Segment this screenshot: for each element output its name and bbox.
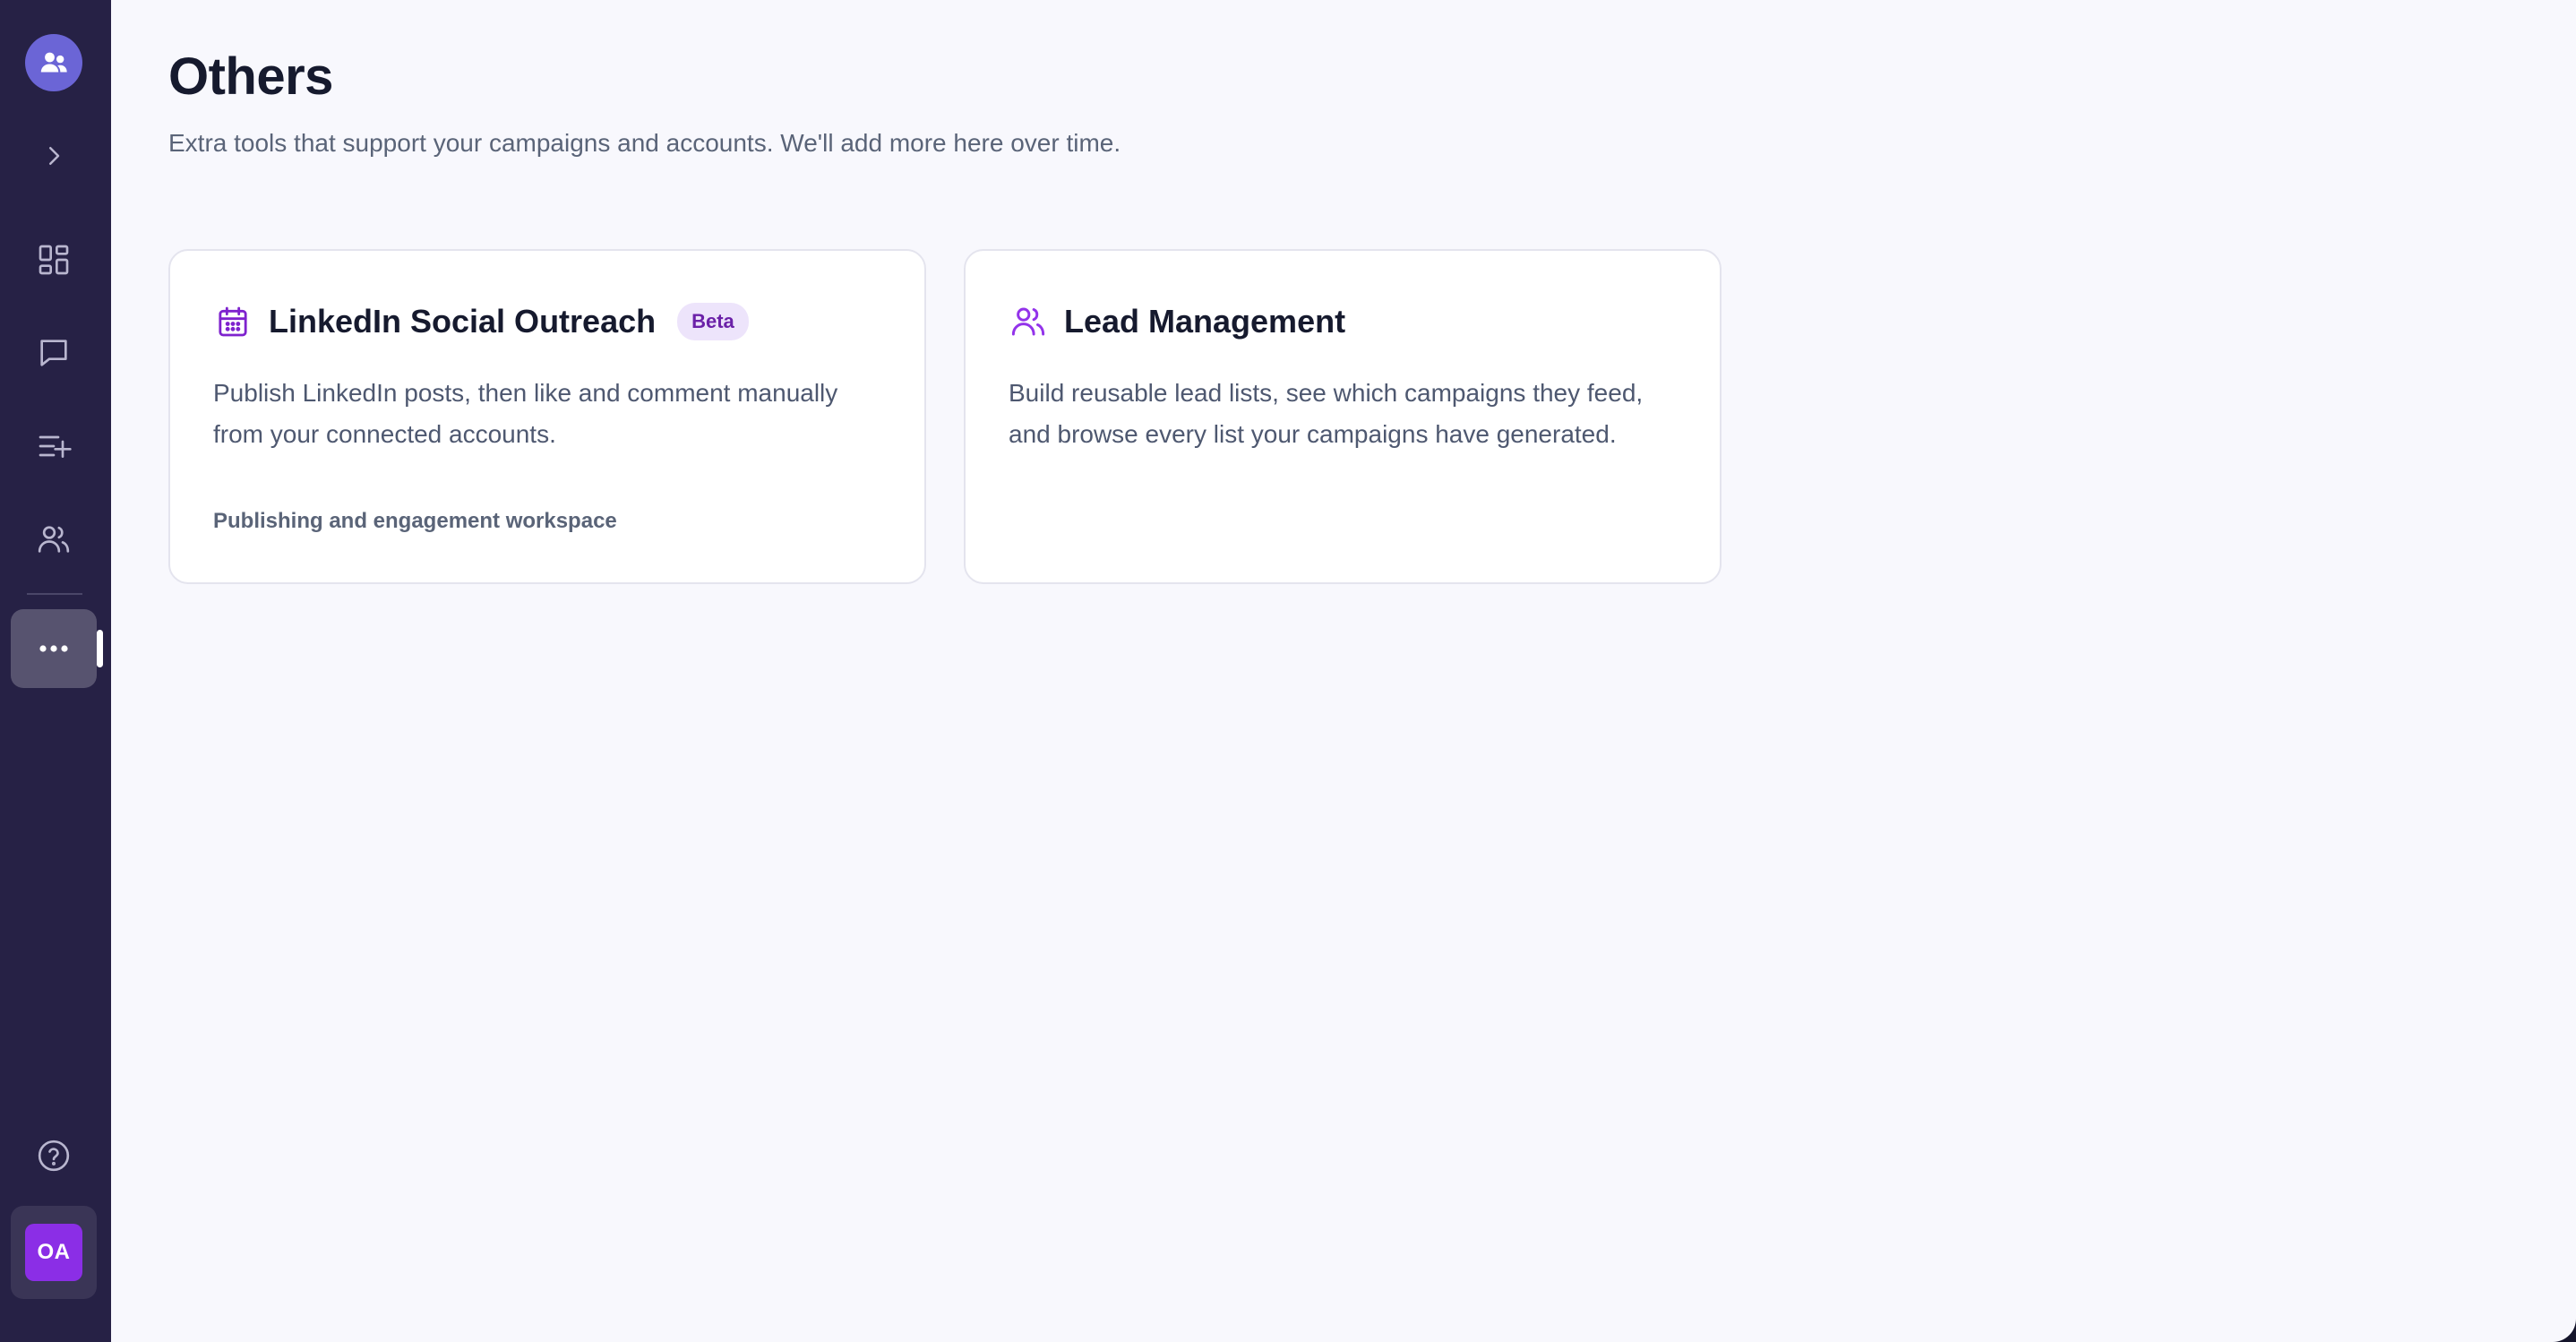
card-header: Lead Management — [1009, 299, 1345, 344]
users-icon — [25, 34, 82, 91]
main-content: Others Extra tools that support your cam… — [111, 0, 2576, 1342]
users-outline-icon — [1009, 302, 1048, 341]
sidebar-item-dashboard[interactable] — [11, 220, 97, 299]
sidebar-item-others[interactable] — [11, 609, 97, 688]
expand-sidebar-button[interactable] — [11, 116, 97, 195]
card-description: Publish LinkedIn posts, then like and co… — [213, 379, 838, 448]
lead-management-card[interactable]: Lead Management Build reusable lead list… — [964, 249, 1722, 584]
sidebar: OA — [0, 0, 111, 1342]
more-horizontal-icon — [38, 643, 70, 654]
card-title: LinkedIn Social Outreach — [269, 303, 657, 340]
sidebar-divider — [27, 593, 82, 595]
list-plus-icon — [36, 428, 72, 464]
help-button[interactable] — [11, 1116, 97, 1195]
linkedin-social-outreach-card[interactable]: LinkedIn Social Outreach Beta Publish Li… — [168, 249, 926, 584]
app-window: OA Others Extra tools that support your … — [0, 0, 2576, 1342]
users-outline-icon — [36, 521, 72, 557]
chevron-right-icon — [40, 142, 67, 169]
workspace-logo-button[interactable] — [11, 23, 97, 102]
card-header: LinkedIn Social Outreach Beta — [213, 299, 749, 344]
sidebar-item-leads[interactable] — [11, 500, 97, 579]
chat-bubble-icon — [36, 335, 72, 371]
dashboard-grid-icon — [36, 242, 72, 278]
calendar-icon — [213, 302, 253, 341]
page-title: Others — [168, 47, 333, 106]
beta-badge: Beta — [677, 303, 749, 340]
sidebar-item-messages[interactable] — [11, 314, 97, 392]
card-description: Build reusable lead lists, see which cam… — [1009, 379, 1644, 448]
card-title: Lead Management — [1064, 303, 1346, 340]
card-footer: Publishing and engagement workspace — [213, 509, 617, 533]
user-menu-button[interactable]: OA — [11, 1206, 97, 1299]
active-indicator — [97, 630, 103, 667]
help-circle-icon — [36, 1138, 72, 1174]
page-subtitle: Extra tools that support your campaigns … — [168, 129, 1121, 157]
sidebar-item-campaigns[interactable] — [11, 407, 97, 486]
avatar: OA — [25, 1224, 82, 1281]
